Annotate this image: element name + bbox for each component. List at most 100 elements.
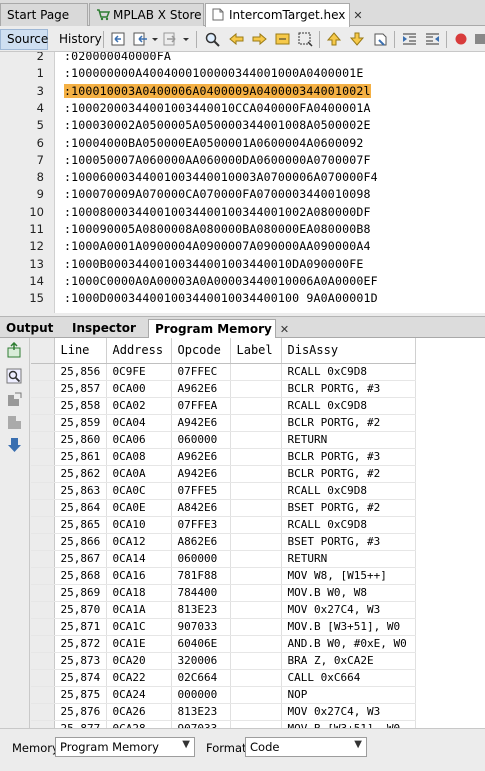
column-header-disassy[interactable]: DisAssy bbox=[281, 338, 416, 364]
cell-disassy: AND.B W0, #0xE, W0 bbox=[281, 635, 416, 653]
tab-start-page[interactable]: Start Page bbox=[0, 3, 88, 26]
hex-line[interactable]: 13:1000B00034400100344001003440010DA0900… bbox=[0, 256, 485, 273]
next-bookmark-icon[interactable] bbox=[349, 31, 366, 47]
cell-disassy: MOV 0x27C4, W3 bbox=[281, 703, 416, 721]
hex-line[interactable]: 12:1000A0001A0900004A0900007A090000AA090… bbox=[0, 238, 485, 255]
find-next-icon[interactable] bbox=[251, 31, 268, 47]
hex-record: :100070009A070000CA070000FA0700003440010… bbox=[64, 187, 371, 202]
table-row[interactable]: 25,864 0CA0E A842E6 BSET PORTG, #2 bbox=[31, 499, 416, 517]
table-row[interactable]: 25,860 0CA06 060000 RETURN bbox=[31, 431, 416, 449]
hex-line[interactable]: 15:1000D000344001003440010034400100 9A0A… bbox=[0, 290, 485, 307]
program-memory-table[interactable]: Line Address Opcode Label DisAssy 25,856… bbox=[31, 338, 485, 728]
cell-address: 0CA26 bbox=[106, 703, 172, 721]
hex-line[interactable]: 10:100080003440010034400100344001002A080… bbox=[0, 204, 485, 221]
chevron-down-icon: ▼ bbox=[182, 739, 190, 750]
tab-output[interactable]: Output bbox=[0, 319, 62, 339]
cell-line: 25,865 bbox=[54, 516, 107, 534]
table-row[interactable]: 25,861 0CA08 A962E6 BCLR PORTG, #3 bbox=[31, 448, 416, 466]
hex-line[interactable]: 14:1000C0000A0A00003A0A00003440010006A0A… bbox=[0, 273, 485, 290]
table-row[interactable]: 25,859 0CA04 A942E6 BCLR PORTG, #2 bbox=[31, 414, 416, 432]
export-icon[interactable] bbox=[6, 391, 23, 408]
import-icon[interactable] bbox=[6, 414, 23, 431]
table-row[interactable]: 25,868 0CA16 781F88 MOV W8, [W15++] bbox=[31, 567, 416, 585]
table-row[interactable]: 25,867 0CA14 060000 RETURN bbox=[31, 550, 416, 568]
cell-label bbox=[230, 584, 282, 602]
cell-line: 25,871 bbox=[54, 618, 107, 636]
row-header bbox=[31, 567, 55, 585]
toggle-highlight-icon[interactable] bbox=[274, 31, 291, 47]
table-row[interactable]: 25,869 0CA18 784400 MOV.B W0, W8 bbox=[31, 584, 416, 602]
table-row[interactable]: 25,870 0CA1A 813E23 MOV 0x27C4, W3 bbox=[31, 601, 416, 619]
column-header-label[interactable]: Label bbox=[230, 338, 282, 364]
close-icon[interactable]: ✕ bbox=[280, 323, 289, 336]
last-edit-icon[interactable] bbox=[110, 31, 127, 47]
table-row[interactable]: 25,863 0CA0C 07FFE5 RCALL 0xC9D8 bbox=[31, 482, 416, 500]
hex-line[interactable]: 2:020000040000FA bbox=[0, 52, 485, 65]
hex-line[interactable]: 4:10002000344001003440010CCA040000FA0400… bbox=[0, 100, 485, 117]
cell-address: 0CA04 bbox=[106, 414, 172, 432]
table-row[interactable]: 25,871 0CA1C 907033 MOV.B [W3+51], W0 bbox=[31, 618, 416, 636]
close-icon[interactable]: ✕ bbox=[353, 9, 362, 22]
back-icon[interactable] bbox=[133, 31, 150, 47]
hex-line[interactable]: 11:100090005A0800008A080000BA080000EA080… bbox=[0, 221, 485, 238]
history-view-button[interactable]: History bbox=[52, 29, 102, 50]
format-select[interactable]: Code ▼ bbox=[245, 737, 367, 757]
toggle-bookmark-icon[interactable] bbox=[372, 31, 389, 47]
shift-right-icon[interactable] bbox=[424, 31, 441, 47]
table-row[interactable]: 25,872 0CA1E 60406E AND.B W0, #0xE, W0 bbox=[31, 635, 416, 653]
tab-intercom-target-hex[interactable]: IntercomTarget.hex ✕ bbox=[205, 3, 363, 27]
cell-line: 25,864 bbox=[54, 499, 107, 517]
search-icon[interactable] bbox=[6, 368, 23, 385]
forward-icon[interactable] bbox=[163, 31, 180, 47]
hex-line[interactable]: 9:100070009A070000CA070000FA070000344001… bbox=[0, 186, 485, 203]
table-row[interactable]: 25,866 0CA12 A862E6 BSET PORTG, #3 bbox=[31, 533, 416, 551]
find-previous-icon[interactable] bbox=[228, 31, 245, 47]
cell-opcode: 784400 bbox=[171, 584, 231, 602]
hex-editor[interactable]: 2:020000040000FA 1:100000000A400400010000… bbox=[0, 52, 485, 313]
toolbar-separator bbox=[446, 31, 447, 48]
hex-line[interactable]: 3:100010003A0400006A0400009A040000344001… bbox=[0, 83, 485, 100]
column-header-address[interactable]: Address bbox=[106, 338, 172, 364]
cell-disassy: RCALL 0xC9D8 bbox=[281, 363, 416, 381]
table-row[interactable]: 25,865 0CA10 07FFE3 RCALL 0xC9D8 bbox=[31, 516, 416, 534]
hex-line[interactable]: 8:10006000344001003440010003A0700006A070… bbox=[0, 169, 485, 186]
table-row[interactable]: 25,856 0C9FE 07FFEC RCALL 0xC9D8 bbox=[31, 363, 416, 381]
previous-bookmark-icon[interactable] bbox=[326, 31, 343, 47]
hex-line[interactable]: 1:100000000A4004000100000344001000A04000… bbox=[0, 65, 485, 82]
hex-line[interactable]: 5:100030002A0500005A050000344001008A0500… bbox=[0, 117, 485, 134]
table-row[interactable]: 25,873 0CA20 320006 BRA Z, 0xCA2E bbox=[31, 652, 416, 670]
memory-select[interactable]: Program Memory ▼ bbox=[55, 737, 195, 757]
hex-line[interactable]: 7:100050007A060000AA060000DA0600000A0700… bbox=[0, 152, 485, 169]
hex-line[interactable]: 6:10004000BA050000EA0500001A0600004A0600… bbox=[0, 135, 485, 152]
line-number: 6 bbox=[36, 135, 44, 150]
cell-disassy: MOV.B W0, W8 bbox=[281, 584, 416, 602]
tab-mplab-x-store[interactable]: MPLAB X Store bbox=[89, 3, 204, 26]
table-row[interactable]: 25,876 0CA26 813E23 MOV 0x27C4, W3 bbox=[31, 703, 416, 721]
rect-select-icon[interactable] bbox=[297, 31, 314, 47]
line-number: 5 bbox=[36, 118, 44, 133]
cell-opcode: A962E6 bbox=[171, 448, 231, 466]
search-icon[interactable] bbox=[204, 31, 221, 47]
table-row[interactable]: 25,862 0CA0A A942E6 BCLR PORTG, #2 bbox=[31, 465, 416, 483]
chevron-down-icon[interactable] bbox=[151, 31, 159, 47]
table-row[interactable]: 25,858 0CA02 07FFEA RCALL 0xC9D8 bbox=[31, 397, 416, 415]
cell-opcode: A942E6 bbox=[171, 414, 231, 432]
refresh-memory-icon[interactable] bbox=[6, 341, 23, 359]
arrow-down-icon[interactable] bbox=[6, 437, 23, 454]
record-macro-icon[interactable] bbox=[453, 31, 470, 47]
cell-opcode: 07FFE5 bbox=[171, 482, 231, 500]
stop-macro-icon[interactable] bbox=[474, 31, 485, 47]
table-row[interactable]: 25,8770CA28907033 MOV.B [W3+51], W0 bbox=[31, 720, 416, 728]
cell-line: 25,872 bbox=[54, 635, 107, 653]
tab-inspector[interactable]: Inspector bbox=[66, 319, 146, 339]
column-header-line[interactable]: Line bbox=[54, 338, 107, 364]
chevron-down-icon[interactable] bbox=[182, 31, 190, 47]
table-row[interactable]: 25,874 0CA22 02C664 CALL 0xC664 bbox=[31, 669, 416, 687]
table-row[interactable]: 25,857 0CA00 A962E6 BCLR PORTG, #3 bbox=[31, 380, 416, 398]
column-header-opcode[interactable]: Opcode bbox=[171, 338, 231, 364]
format-label: Format bbox=[206, 741, 247, 755]
tab-program-memory[interactable]: Program Memory ✕ bbox=[148, 319, 289, 340]
table-row[interactable]: 25,875 0CA24 000000 NOP bbox=[31, 686, 416, 704]
shift-left-icon[interactable] bbox=[401, 31, 418, 47]
source-view-button[interactable]: Source bbox=[0, 29, 48, 50]
